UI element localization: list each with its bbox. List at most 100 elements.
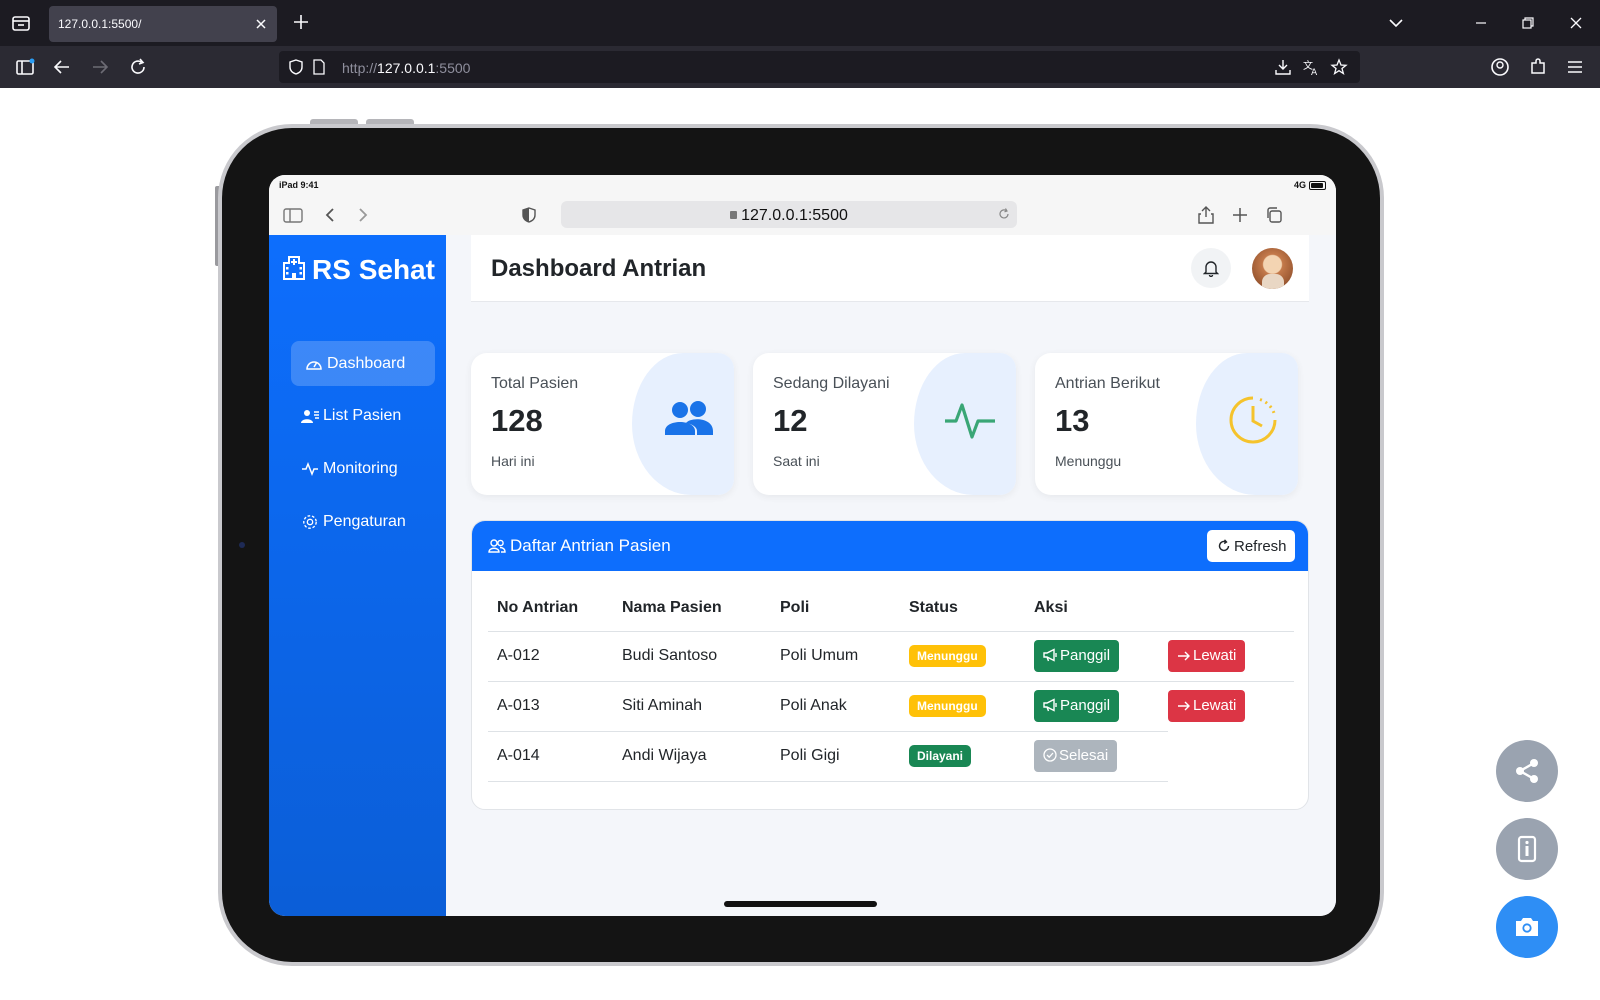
screenshot-fab-button[interactable]: [1496, 896, 1558, 958]
call-button[interactable]: Panggil: [1034, 640, 1120, 672]
safari-share-icon[interactable]: [1196, 205, 1216, 225]
done-button[interactable]: Selesai: [1034, 740, 1118, 772]
arrow-right-icon: [1178, 701, 1190, 711]
done-button-label: Selesai: [1059, 747, 1109, 764]
column-header: Poli: [780, 599, 810, 616]
home-indicator[interactable]: [724, 901, 877, 907]
poli-name: Poli Gigi: [780, 730, 909, 782]
account-icon[interactable]: [1489, 56, 1511, 78]
safari-address-bar[interactable]: 127.0.0.1:5500: [561, 201, 1017, 228]
refresh-button[interactable]: Refresh: [1207, 530, 1295, 562]
skip-button[interactable]: Lewati: [1168, 640, 1246, 672]
device-info-icon: [1517, 835, 1537, 863]
page-title: Dashboard Antrian: [491, 255, 707, 282]
column-header: No Antrian: [497, 599, 579, 616]
download-icon[interactable]: [1274, 58, 1292, 76]
call-button[interactable]: Panggil: [1034, 690, 1120, 722]
notification-button[interactable]: [1191, 248, 1231, 288]
column-header-empty: [1168, 593, 1294, 631]
avatar[interactable]: [1252, 248, 1293, 289]
speedometer-icon: [306, 361, 322, 370]
activity-icon: [302, 461, 318, 477]
skip-button-label: Lewati: [1193, 647, 1237, 664]
reload-icon[interactable]: [127, 56, 149, 78]
stat-card-antrian-berikut: Antrian Berikut 13 Menunggu: [1035, 353, 1298, 495]
queue-number: A-013: [488, 680, 622, 731]
sidebar-toggle-icon[interactable]: [14, 56, 36, 78]
table-header-row: No Antrian Nama Pasien Poli Status Aksi: [488, 593, 1294, 631]
extensions-icon[interactable]: [1527, 56, 1549, 78]
share-icon: [1516, 759, 1538, 783]
nav-pengaturan[interactable]: Pengaturan: [291, 499, 435, 544]
arrow-right-icon: [1178, 651, 1190, 661]
table-row: A-013 Siti Aminah Poli Anak Menunggu Pan…: [488, 680, 1294, 731]
share-fab-button[interactable]: [1496, 740, 1558, 802]
stat-subtitle: Hari ini: [491, 453, 535, 469]
stat-value: 128: [491, 403, 543, 438]
column-header: Status: [909, 599, 958, 616]
safari-forward-icon[interactable]: [353, 205, 373, 225]
bookmark-star-icon[interactable]: [1330, 58, 1348, 76]
close-window-icon[interactable]: [1565, 12, 1587, 34]
stat-subtitle: Saat ini: [773, 453, 820, 469]
back-icon[interactable]: [51, 56, 73, 78]
browser-tab[interactable]: 127.0.0.1:5500/: [49, 6, 277, 42]
nav-dashboard[interactable]: Dashboard: [291, 341, 435, 386]
table-row: A-012 Budi Santoso Poli Umum Menunggu Pa…: [488, 630, 1294, 681]
device-info-fab-button[interactable]: [1496, 818, 1558, 880]
tab-list-icon[interactable]: [8, 11, 34, 35]
ipad-screen: iPad 9:41 4G 127.0.0.1:5500 RS Sehat Das…: [269, 175, 1336, 916]
camera-icon: [1516, 918, 1538, 936]
stat-card-total-pasien: Total Pasien 128 Hari ini: [471, 353, 734, 495]
queue-panel: Daftar Antrian Pasien Refresh No Antrian…: [471, 520, 1309, 810]
safari-sidebar-icon[interactable]: [283, 205, 303, 225]
people-icon: [665, 401, 713, 435]
safari-tabs-icon[interactable]: [1264, 205, 1284, 225]
refresh-icon: [1218, 539, 1230, 552]
tab-close-icon[interactable]: [253, 16, 269, 32]
column-header: Aksi: [1034, 599, 1068, 616]
column-header: Nama Pasien: [622, 599, 722, 616]
queue-title: Daftar Antrian Pasien: [510, 536, 671, 555]
restore-icon[interactable]: [1517, 12, 1539, 34]
safari-back-icon[interactable]: [320, 205, 340, 225]
brand-logo: RS Sehat: [269, 253, 446, 286]
minimize-icon[interactable]: [1470, 12, 1492, 34]
translate-icon[interactable]: 文A: [1302, 58, 1320, 76]
safari-new-tab-icon[interactable]: [1230, 205, 1250, 225]
nav-monitoring-label: Monitoring: [323, 460, 398, 477]
table-row: A-014 Andi Wijaya Poli Gigi Dilayani Sel…: [488, 730, 1294, 782]
stat-label: Total Pasien: [491, 375, 579, 392]
skip-button[interactable]: Lewati: [1168, 690, 1246, 723]
shield-icon[interactable]: [287, 58, 305, 76]
patient-name: Andi Wijaya: [622, 730, 780, 782]
status-badge: Menunggu: [909, 695, 986, 717]
people-icon: [488, 539, 506, 553]
page-icon: [313, 59, 325, 75]
stat-value: 13: [1055, 403, 1090, 438]
nav-list-pasien[interactable]: List Pasien: [291, 393, 435, 438]
stat-card-sedang-dilayani: Sedang Dilayani 12 Saat ini: [753, 353, 1016, 495]
forward-icon[interactable]: [89, 56, 111, 78]
stat-subtitle: Menunggu: [1055, 453, 1122, 469]
battery-icon: [1309, 181, 1326, 190]
safari-toolbar: 127.0.0.1:5500: [269, 195, 1336, 235]
new-tab-icon[interactable]: [291, 12, 311, 32]
poli-name: Poli Anak: [780, 680, 909, 731]
tab-overflow-chevron-icon[interactable]: [1385, 12, 1407, 34]
patient-name: Siti Aminah: [622, 680, 780, 731]
nav-monitoring[interactable]: Monitoring: [291, 446, 435, 491]
megaphone-icon: [1043, 648, 1057, 662]
nav-dashboard-label: Dashboard: [327, 355, 406, 372]
check-circle-icon: [1043, 748, 1057, 762]
status-badge: Dilayani: [909, 745, 972, 767]
app-sidebar: RS Sehat Dashboard List Pasien Monitorin…: [269, 235, 446, 916]
safari-privacy-icon[interactable]: [519, 205, 539, 225]
empty-cell: [1168, 731, 1294, 781]
stat-value: 12: [773, 403, 808, 438]
menu-icon[interactable]: [1564, 56, 1586, 78]
status-network: 4G: [1293, 180, 1306, 190]
safari-reload-icon[interactable]: [997, 207, 1011, 221]
call-button-label: Panggil: [1060, 647, 1111, 664]
address-bar[interactable]: http://127.0.0.1:5500 文A: [279, 51, 1360, 83]
